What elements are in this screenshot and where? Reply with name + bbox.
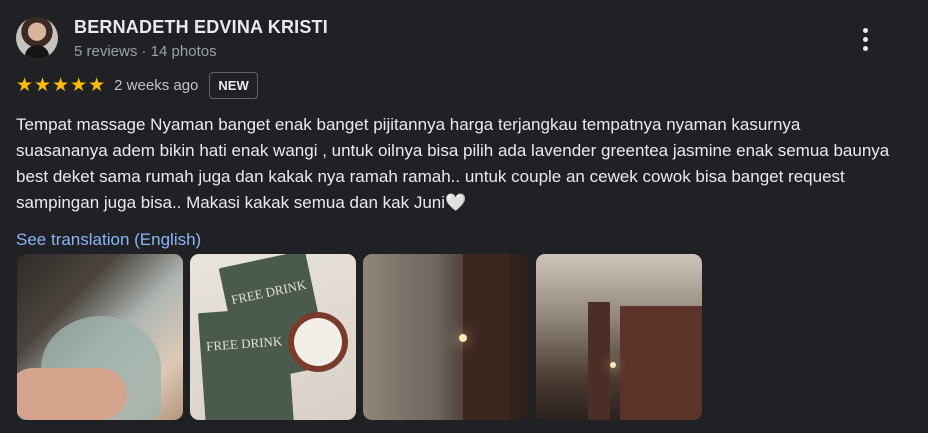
reviewer-info: BERNADETH EDVINA KRISTI 5 reviews · 14 p… [74, 17, 328, 60]
star-rating: ★★★★★ [16, 74, 107, 96]
review-time: 2 weeks ago [114, 76, 199, 94]
coffee-cup-image [294, 318, 342, 366]
review-text: Tempat massage Nyaman banget enak banget… [16, 115, 890, 212]
reviewer-header: BERNADETH EDVINA KRISTI 5 reviews · 14 p… [16, 16, 328, 60]
new-badge: NEW [209, 71, 258, 99]
see-translation-link[interactable]: See translation (English) [16, 230, 201, 250]
reviewer-avatar[interactable] [16, 17, 58, 59]
card-text-1: FREE DRINK [229, 276, 308, 308]
review-photo-3[interactable] [363, 254, 529, 420]
rating-row: ★★★★★ 2 weeks ago NEW [16, 71, 258, 99]
review-photo-4[interactable] [536, 254, 702, 420]
review-photo-2[interactable]: FREE DRINK FREE DRINK [190, 254, 356, 420]
card-text-2: FREE DRINK [205, 333, 283, 354]
review-photos: FREE DRINK FREE DRINK [17, 254, 702, 420]
review-photo-1[interactable] [17, 254, 183, 420]
reviewer-name[interactable]: BERNADETH EDVINA KRISTI [74, 17, 328, 38]
more-options-icon[interactable] [852, 24, 878, 54]
reviewer-meta: 5 reviews · 14 photos [74, 42, 217, 60]
